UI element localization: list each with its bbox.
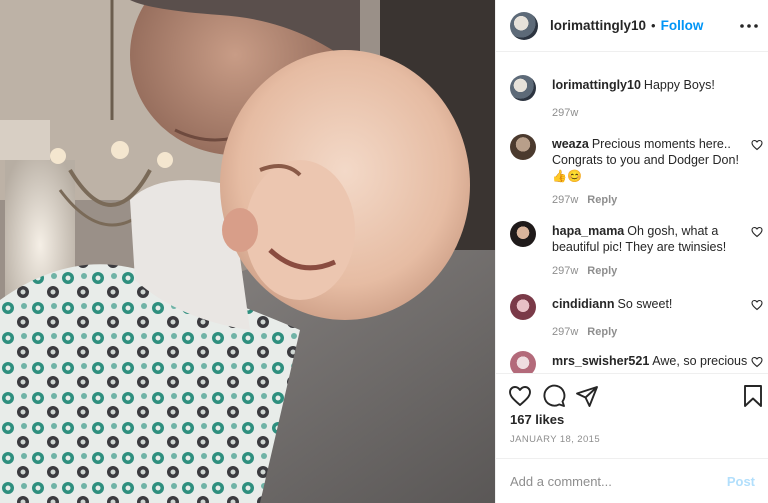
comment-input[interactable]: [510, 474, 727, 489]
commenter-avatar[interactable]: [510, 351, 536, 373]
comment-age[interactable]: 297w: [552, 265, 578, 277]
caption-avatar[interactable]: [510, 75, 536, 101]
reply-button[interactable]: Reply: [587, 326, 617, 338]
send-icon[interactable]: [575, 384, 599, 408]
comment-age[interactable]: 297w: [552, 194, 578, 206]
follow-button[interactable]: Follow: [661, 18, 704, 33]
add-comment-bar: Post: [496, 458, 768, 503]
comment-text: So sweet!: [617, 297, 673, 311]
separator-dot: •: [651, 18, 656, 33]
caption-text: Happy Boys!: [643, 78, 715, 92]
bookmark-icon[interactable]: [741, 384, 765, 408]
comment-like-heart-icon[interactable]: [751, 356, 763, 368]
post-side-panel: lorimattingly10 • Follow lorimattingly10…: [495, 0, 768, 503]
post-photo[interactable]: [0, 0, 495, 503]
commenter-avatar[interactable]: [510, 221, 536, 247]
comment-age[interactable]: 297w: [552, 326, 578, 338]
more-options-icon[interactable]: [737, 14, 761, 38]
caption-age[interactable]: 297w: [552, 107, 578, 119]
comments-list[interactable]: lorimattingly10 Happy Boys! 297w weaza Pre…: [496, 53, 768, 373]
heart-icon[interactable]: [508, 384, 532, 408]
comment-emoji: 👍😊: [552, 169, 582, 183]
comment-username[interactable]: hapa_mama: [552, 224, 624, 238]
reply-button[interactable]: Reply: [587, 194, 617, 206]
caption-username[interactable]: lorimattingly10: [552, 78, 641, 92]
comment-username[interactable]: weaza: [552, 137, 589, 151]
post-button[interactable]: Post: [727, 474, 755, 489]
comment-like-heart-icon[interactable]: [751, 226, 763, 238]
commenter-avatar[interactable]: [510, 134, 536, 160]
post-header: lorimattingly10 • Follow: [496, 0, 768, 52]
post-date[interactable]: JANUARY 18, 2015: [510, 434, 600, 445]
post-actions: 167 likes JANUARY 18, 2015 Post: [496, 373, 768, 503]
comment-text: Awe, so precious: [652, 354, 748, 368]
comment-icon[interactable]: [542, 384, 566, 408]
comment-like-heart-icon[interactable]: [751, 139, 763, 151]
photo-illustration: [0, 0, 495, 503]
comment-username[interactable]: mrs_swisher521: [552, 354, 649, 368]
owner-avatar[interactable]: [510, 11, 538, 40]
comment-username[interactable]: cindidiann: [552, 297, 615, 311]
commenter-avatar[interactable]: [510, 294, 536, 320]
owner-username[interactable]: lorimattingly10: [550, 18, 646, 33]
likes-count[interactable]: 167 likes: [510, 412, 564, 427]
comment-like-heart-icon[interactable]: [751, 299, 763, 311]
reply-button[interactable]: Reply: [587, 265, 617, 277]
